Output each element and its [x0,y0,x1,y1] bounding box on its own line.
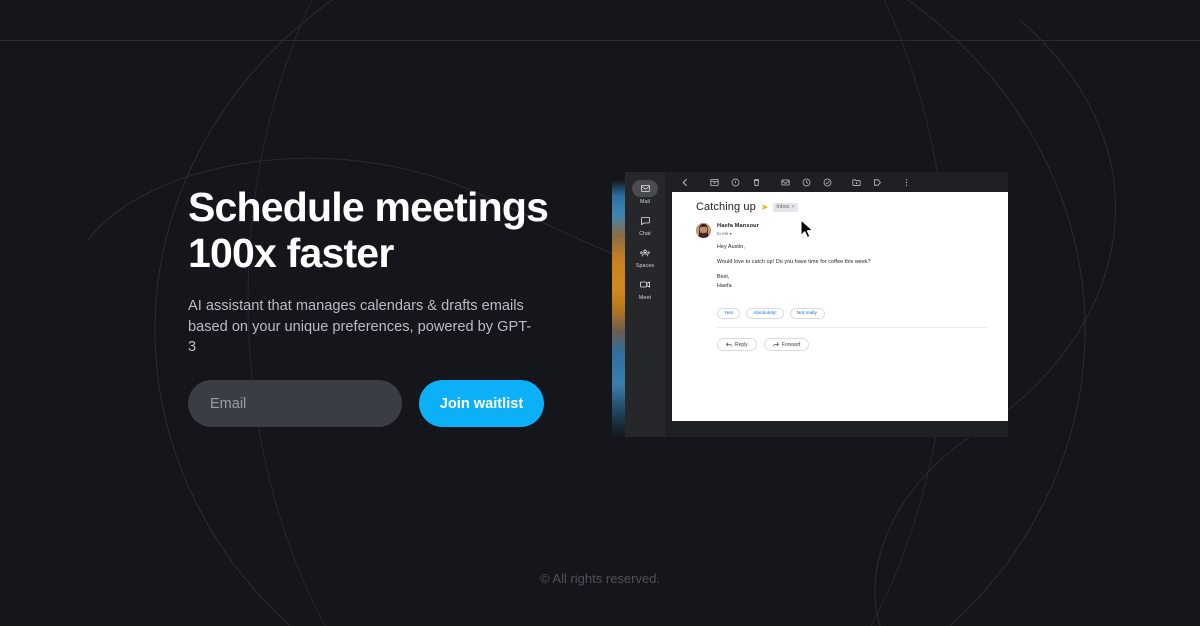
email-greeting: Hey Austin, [717,244,745,250]
forward-label: Forward [781,341,801,348]
reply-button[interactable]: Reply [717,338,757,351]
email-sender-block: Haefa Mansour to me ▾ [717,223,759,236]
back-arrow-icon[interactable] [675,172,696,192]
meet-icon [632,276,658,293]
landing-page: Schedule meetings 100x faster AI assista… [0,0,1200,626]
desktop-wallpaper-strip [612,172,625,437]
smart-reply-chips: Yes! Absolutely! Not really. [717,308,825,319]
sidebar-label-mail: Mail [639,199,651,205]
sender-name: Haefa Mansour [717,223,760,229]
header-divider [0,40,1200,41]
add-to-tasks-icon[interactable] [817,172,838,192]
email-body: Hey Austin, Would love to catch up! Do y… [717,244,987,298]
spaces-icon [632,244,658,261]
join-waitlist-button[interactable]: Join waitlist [419,380,544,427]
sender-recipient-text: to me [717,231,729,237]
chat-icon [632,212,658,229]
inbox-label-text: Inbox [776,204,790,210]
mail-icon [632,180,658,197]
sidebar-label-meet: Meet [638,295,652,301]
mouse-cursor [800,219,816,241]
email-subject: Catching up [696,201,756,213]
waitlist-form: Join waitlist [188,380,544,427]
mark-unread-icon[interactable] [775,172,796,192]
page-title-line-2: 100x faster [188,229,394,276]
email-signoff: Best, [717,274,730,281]
app-window-body: Catching up ➤ Inbox × Haefa Mansour to m… [665,172,1008,437]
email-signature: Haefa [717,282,732,289]
sender-recipient-info[interactable]: to me ▾ [717,231,759,236]
divider [717,327,987,328]
chevron-down-icon[interactable]: ▾ [730,231,732,236]
label-icon[interactable] [867,172,888,192]
sidebar-item-chat[interactable]: Chat [625,212,665,237]
sidebar-item-meet[interactable]: Meet [625,276,665,301]
delete-icon[interactable] [746,172,767,192]
email-input[interactable] [188,380,402,427]
reply-arrow-icon [726,342,732,347]
forward-button[interactable]: Forward [763,338,810,351]
forward-arrow-icon [772,342,779,347]
move-to-icon[interactable] [846,172,867,192]
email-action-buttons: Reply Forward [717,338,810,351]
sidebar-item-mail[interactable]: Mail [625,180,665,205]
page-title-line-1: Schedule meetings [188,184,549,230]
email-toolbar [665,172,1008,192]
hero-section: Schedule meetings 100x faster AI assista… [188,184,608,358]
report-spam-icon[interactable] [725,172,746,192]
sidebar-label-spaces: Spaces [635,263,655,269]
hero-subheading: AI assistant that manages calendars & dr… [188,297,532,356]
page-title: Schedule meetings 100x faster [188,184,608,277]
email-subject-row: Catching up ➤ Inbox × [696,201,798,213]
smart-reply-chip[interactable]: Not really. [789,308,825,319]
reply-label: Reply [735,341,748,348]
avatar [696,223,711,238]
footer-copyright: © All rights reserved. [539,571,661,586]
more-options-icon[interactable] [896,172,917,192]
email-client-mockup: Mail Chat Spaces Meet Catching up ➤ Inbo… [612,172,1008,437]
important-marker-icon[interactable]: ➤ [761,202,769,212]
email-reading-pane: Catching up ➤ Inbox × Haefa Mansour to m… [672,192,1008,421]
sidebar-label-chat: Chat [639,231,651,237]
inbox-label-chip[interactable]: Inbox × [773,202,798,212]
email-message: Would love to catch up! Do you have time… [717,259,871,266]
smart-reply-chip[interactable]: Yes! [717,308,741,319]
smart-reply-chip[interactable]: Absolutely! [746,308,784,319]
sidebar-item-spaces[interactable]: Spaces [625,244,665,269]
archive-icon[interactable] [704,172,725,192]
snooze-icon[interactable] [796,172,817,192]
inbox-label-remove-icon[interactable]: × [792,204,795,210]
app-sidebar: Mail Chat Spaces Meet [625,172,665,437]
